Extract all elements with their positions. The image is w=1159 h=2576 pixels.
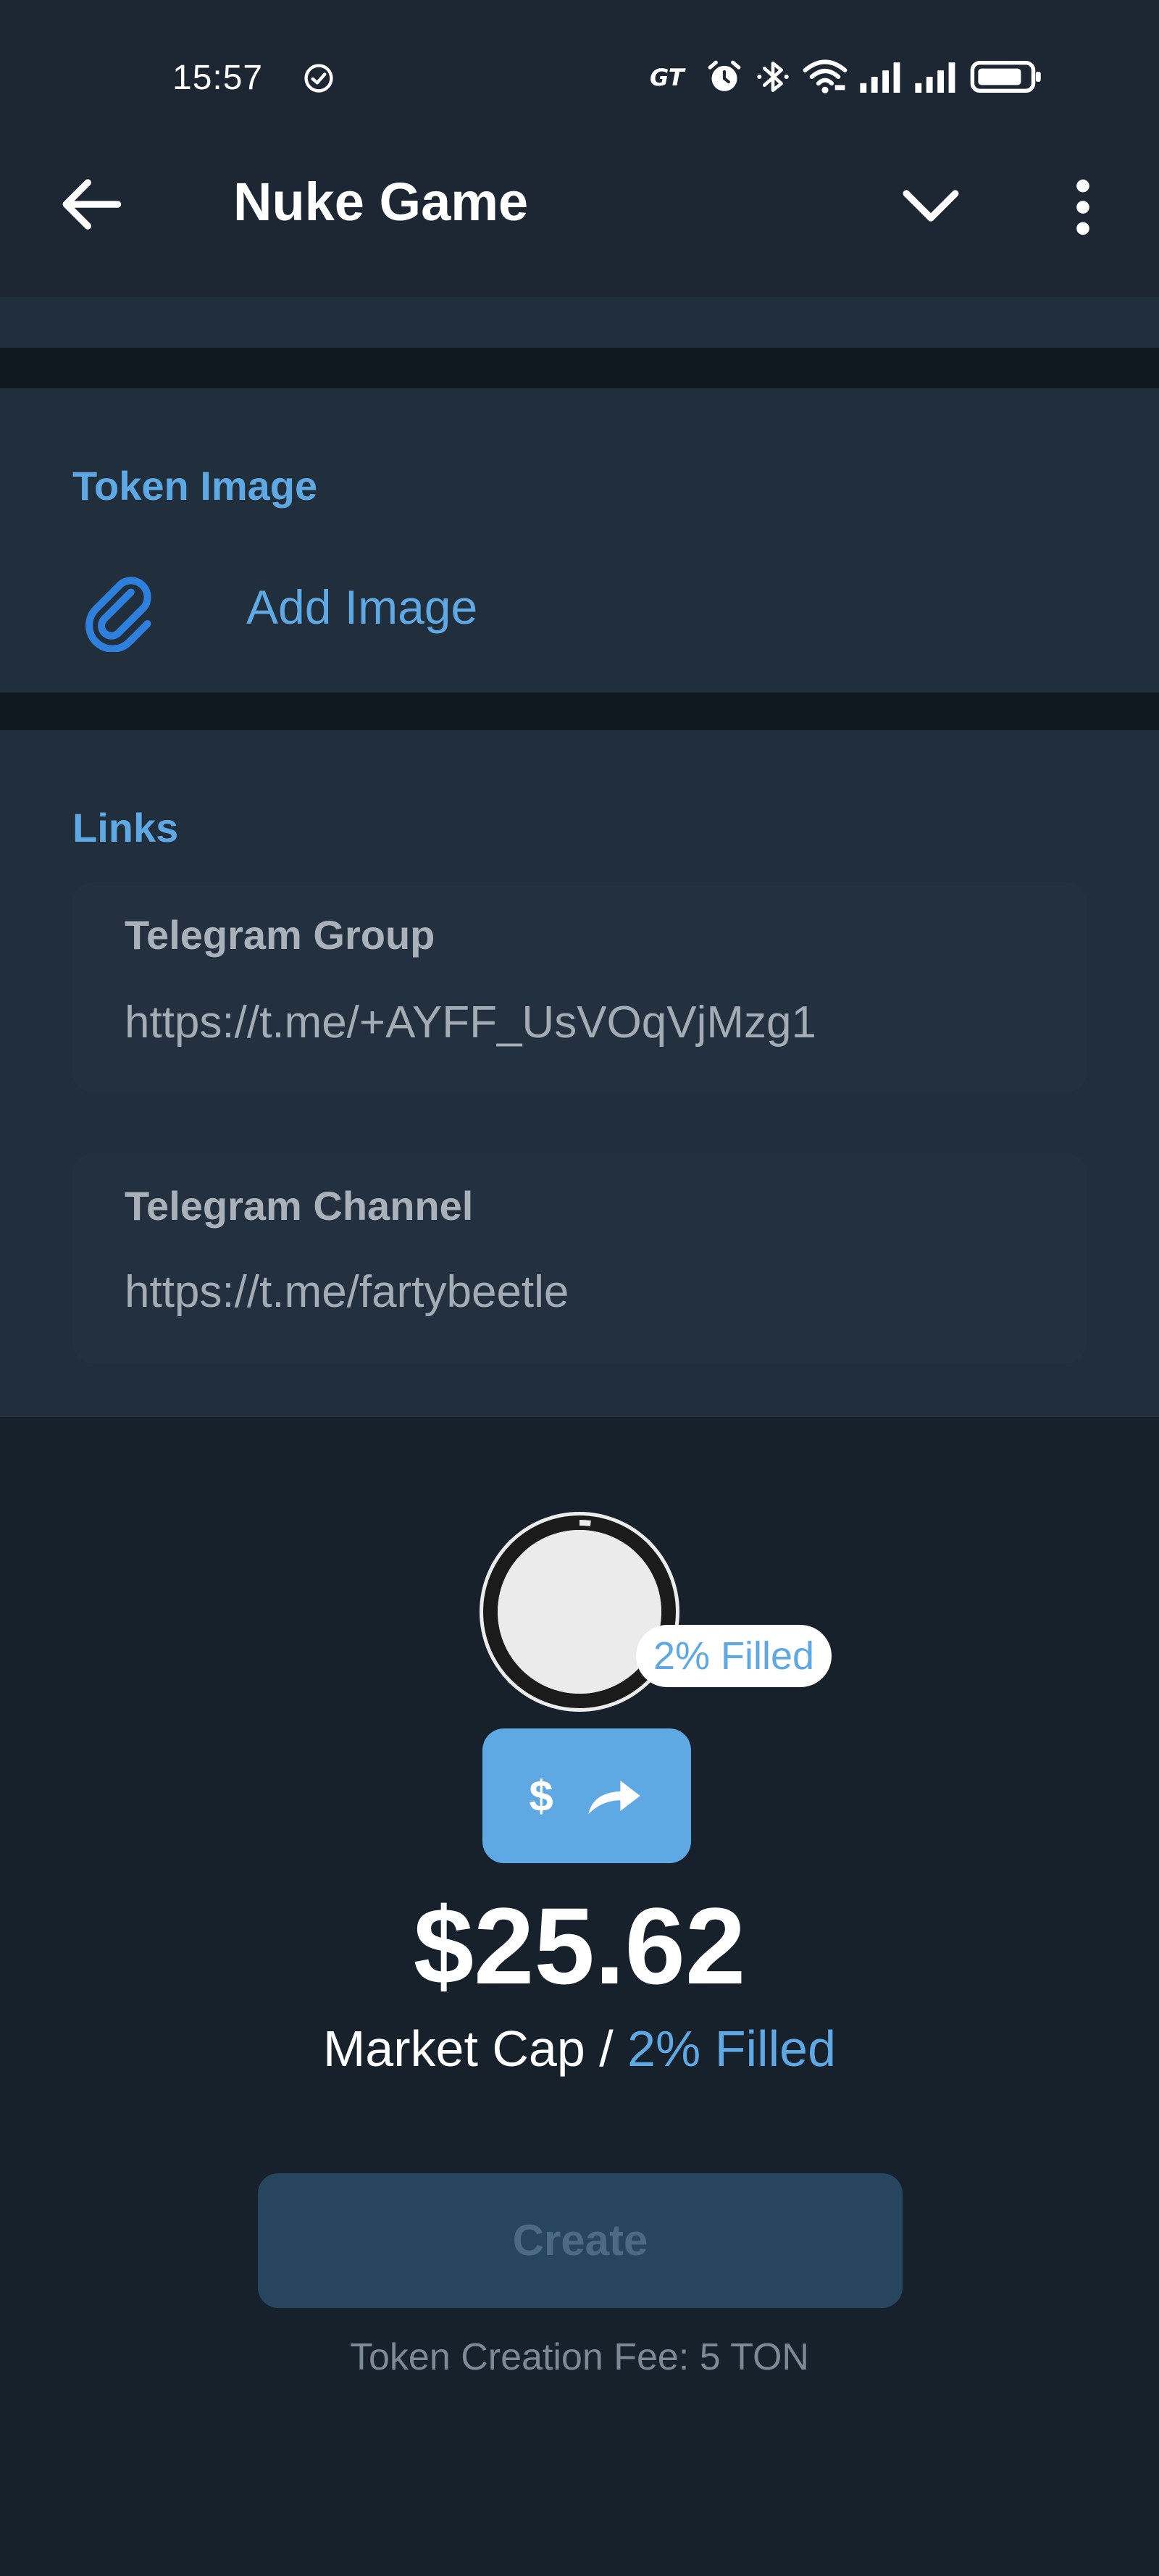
svg-text:GT: GT: [650, 64, 686, 91]
more-options-button[interactable]: [1065, 177, 1101, 238]
telegram-channel-field[interactable]: Telegram Channel https://t.me/fartybeetl…: [72, 1153, 1087, 1363]
wifi-icon: [803, 59, 848, 93]
section-divider: [0, 348, 1159, 388]
check-circle-icon: [304, 64, 333, 93]
links-section: Links Telegram Group https://t.me/+AYFF_…: [0, 730, 1159, 1417]
telegram-channel-input[interactable]: https://t.me/fartybeetle: [125, 1266, 569, 1318]
telegram-channel-label: Telegram Channel: [125, 1183, 474, 1229]
share-arrow-icon: [587, 1781, 640, 1815]
bluetooth-icon: [757, 62, 789, 92]
telegram-group-field[interactable]: Telegram Group https://t.me/+AYFF_UsVOqV…: [72, 882, 1087, 1092]
signal-icon-1: [860, 62, 900, 93]
creation-fee-text: Token Creation Fee: 5 TON: [350, 2336, 809, 2378]
buy-swap-button[interactable]: $: [482, 1728, 691, 1863]
progress-ring: [480, 1512, 679, 1712]
paperclip-icon[interactable]: [81, 572, 161, 652]
market-cap-label: Market Cap /: [322, 2020, 614, 2077]
status-icons: GT: [648, 57, 1042, 97]
top-bar: 15:57 GT Nuke Game: [0, 0, 1159, 297]
section-divider: [0, 693, 1159, 730]
telegram-group-input[interactable]: https://t.me/+AYFF_UsVOqVjMzg1: [125, 997, 816, 1048]
token-image-title: Token Image: [72, 463, 318, 509]
market-cap-caption: Market Cap / 2% Filled: [0, 2020, 1159, 2078]
chevron-down-button[interactable]: [898, 184, 963, 227]
signal-icon-2: [915, 62, 955, 93]
alarm-icon: [708, 60, 741, 91]
telegram-group-label: Telegram Group: [125, 912, 435, 958]
market-cap-filled: 2% Filled: [627, 2020, 837, 2077]
battery-icon: [970, 60, 1041, 93]
page-title: Nuke Game: [233, 172, 529, 232]
previous-section-remnant: [0, 297, 1159, 348]
gt-icon: GT: [650, 64, 686, 91]
token-image-section: Token Image: [0, 388, 1159, 693]
status-time: 15:57: [172, 59, 264, 97]
back-arrow-button[interactable]: [58, 177, 123, 232]
create-button[interactable]: Create: [258, 2173, 903, 2308]
market-cap-value: $25.62: [413, 1885, 746, 2007]
dollar-icon: $: [529, 1771, 553, 1820]
links-title: Links: [72, 805, 179, 850]
add-image-button[interactable]: Add Image: [246, 580, 477, 635]
filled-badge: 2% Filled: [636, 1625, 832, 1687]
